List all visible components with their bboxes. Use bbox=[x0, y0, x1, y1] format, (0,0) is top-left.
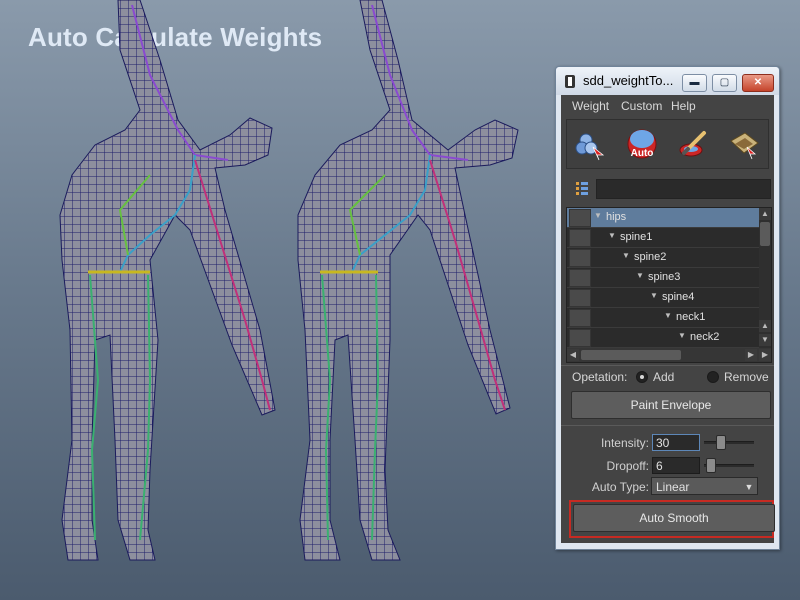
tree-row-label: neck2 bbox=[690, 331, 720, 343]
menubar: Weight Custom Help bbox=[561, 95, 774, 117]
vertical-scroll-thumb[interactable] bbox=[760, 222, 770, 246]
radio-add[interactable] bbox=[636, 371, 648, 383]
tree-row-hips[interactable]: ▼ hips bbox=[567, 208, 760, 228]
tree-row-label: hips bbox=[606, 211, 627, 223]
window-title: sdd_weightTo... bbox=[583, 73, 674, 88]
radio-remove-label: Remove bbox=[724, 370, 769, 384]
expand-arrow-icon[interactable]: ▼ bbox=[594, 211, 602, 220]
tree-row-neck2[interactable]: ▼ neck2 bbox=[567, 328, 760, 348]
intensity-slider-knob[interactable] bbox=[716, 435, 726, 450]
dropoff-slider-knob[interactable] bbox=[706, 458, 716, 473]
brush-icon[interactable] bbox=[676, 127, 710, 161]
intensity-slider[interactable] bbox=[704, 441, 754, 444]
character-model-left bbox=[59, 0, 276, 561]
character-model-right bbox=[297, 0, 519, 561]
expand-arrow-icon[interactable]: ▼ bbox=[664, 311, 672, 320]
minimize-button[interactable]: ▬ bbox=[682, 74, 707, 92]
menu-help[interactable]: Help bbox=[671, 99, 696, 113]
auto-type-dropdown[interactable]: Linear ▼ bbox=[651, 477, 758, 495]
tree-row-spine3[interactable]: ▼ spine3 bbox=[567, 268, 760, 288]
window-titlebar[interactable]: sdd_weightTo... ▬ ▢ ✕ bbox=[556, 67, 779, 95]
horizontal-scroll-thumb[interactable] bbox=[581, 350, 681, 360]
expand-arrow-icon[interactable]: ▼ bbox=[636, 271, 644, 280]
intensity-label: Intensity: bbox=[600, 436, 649, 450]
character-models bbox=[59, 0, 519, 561]
map-icon[interactable] bbox=[727, 127, 761, 161]
auto-smooth-button[interactable]: Auto Smooth bbox=[573, 504, 775, 532]
scroll-right-icon[interactable]: ▶ bbox=[759, 349, 771, 361]
tree-row-spine4[interactable]: ▼ spine4 bbox=[567, 288, 760, 308]
scroll-down-icon[interactable]: ▼ bbox=[759, 334, 771, 346]
operation-label: Opetation: bbox=[572, 370, 628, 384]
scroll-up-icon[interactable]: ▲ bbox=[759, 320, 771, 332]
toolbar: Auto bbox=[566, 119, 769, 169]
scroll-up-icon[interactable]: ▲ bbox=[759, 208, 771, 220]
maximize-button[interactable]: ▢ bbox=[712, 74, 737, 92]
auto-weights-icon[interactable]: Auto bbox=[625, 127, 659, 161]
divider bbox=[561, 365, 774, 366]
tree-horizontal-scrollbar[interactable]: ◀ ▶ ▶ bbox=[567, 348, 771, 362]
tree-row-label: spine3 bbox=[648, 271, 681, 283]
chevron-down-icon: ▼ bbox=[744, 482, 754, 492]
dropoff-label: Dropoff: bbox=[606, 459, 649, 473]
tree-vertical-scrollbar[interactable]: ▲ ▲ ▼ bbox=[759, 208, 771, 348]
selection-row bbox=[566, 173, 771, 201]
row-toggle-box[interactable] bbox=[569, 309, 591, 327]
tree-row-label: spine1 bbox=[620, 231, 653, 243]
menu-custom[interactable]: Custom bbox=[621, 99, 662, 113]
paint-weights-icon[interactable] bbox=[573, 127, 607, 161]
menu-weight[interactable]: Weight bbox=[572, 99, 609, 113]
auto-type-label: Auto Type: bbox=[591, 480, 649, 494]
radio-add-label: Add bbox=[653, 370, 675, 384]
close-button[interactable]: ✕ bbox=[742, 74, 774, 92]
dropoff-field[interactable]: 6 bbox=[652, 457, 700, 474]
tree-row-spine1[interactable]: ▼ spine1 bbox=[567, 228, 760, 248]
auto-type-value: Linear bbox=[656, 480, 690, 494]
expand-arrow-icon[interactable]: ▼ bbox=[622, 251, 630, 260]
divider bbox=[561, 425, 774, 426]
expand-arrow-icon[interactable]: ▼ bbox=[650, 291, 658, 300]
scroll-right-icon[interactable]: ▶ bbox=[745, 349, 757, 361]
expand-arrow-icon[interactable]: ▼ bbox=[678, 331, 686, 340]
radio-remove[interactable] bbox=[707, 371, 719, 383]
app-icon bbox=[565, 75, 575, 88]
scroll-left-icon[interactable]: ◀ bbox=[567, 349, 579, 361]
tree-row-label: spine2 bbox=[634, 251, 667, 263]
tree-row-label: spine4 bbox=[662, 291, 695, 303]
weight-tool-window: sdd_weightTo... ▬ ▢ ✕ Weight Custom Help… bbox=[555, 66, 780, 550]
window-client: Weight Custom Help Auto ▼ hips ▼ spine1 … bbox=[561, 95, 775, 543]
tree-row-label: neck1 bbox=[676, 311, 706, 323]
tree-row-neck1[interactable]: ▼ neck1 bbox=[567, 308, 760, 328]
intensity-field[interactable]: 30 bbox=[652, 434, 700, 451]
paint-envelope-button[interactable]: Paint Envelope bbox=[571, 391, 771, 419]
row-toggle-box[interactable] bbox=[569, 229, 591, 247]
expand-arrow-icon[interactable]: ▼ bbox=[608, 231, 616, 240]
row-toggle-box[interactable] bbox=[569, 209, 591, 227]
row-toggle-box[interactable] bbox=[569, 249, 591, 267]
row-toggle-box[interactable] bbox=[569, 329, 591, 347]
selection-field[interactable] bbox=[596, 179, 771, 199]
row-toggle-box[interactable] bbox=[569, 269, 591, 287]
list-icon bbox=[576, 182, 588, 195]
joint-tree[interactable]: ▼ hips ▼ spine1 ▼ spine2 ▼ spine3 ▼ spin… bbox=[566, 207, 772, 363]
auto-label: Auto bbox=[631, 148, 654, 159]
tree-row-spine2[interactable]: ▼ spine2 bbox=[567, 248, 760, 268]
operation-row: Opetation: Add Remove bbox=[561, 367, 774, 387]
row-toggle-box[interactable] bbox=[569, 289, 591, 307]
